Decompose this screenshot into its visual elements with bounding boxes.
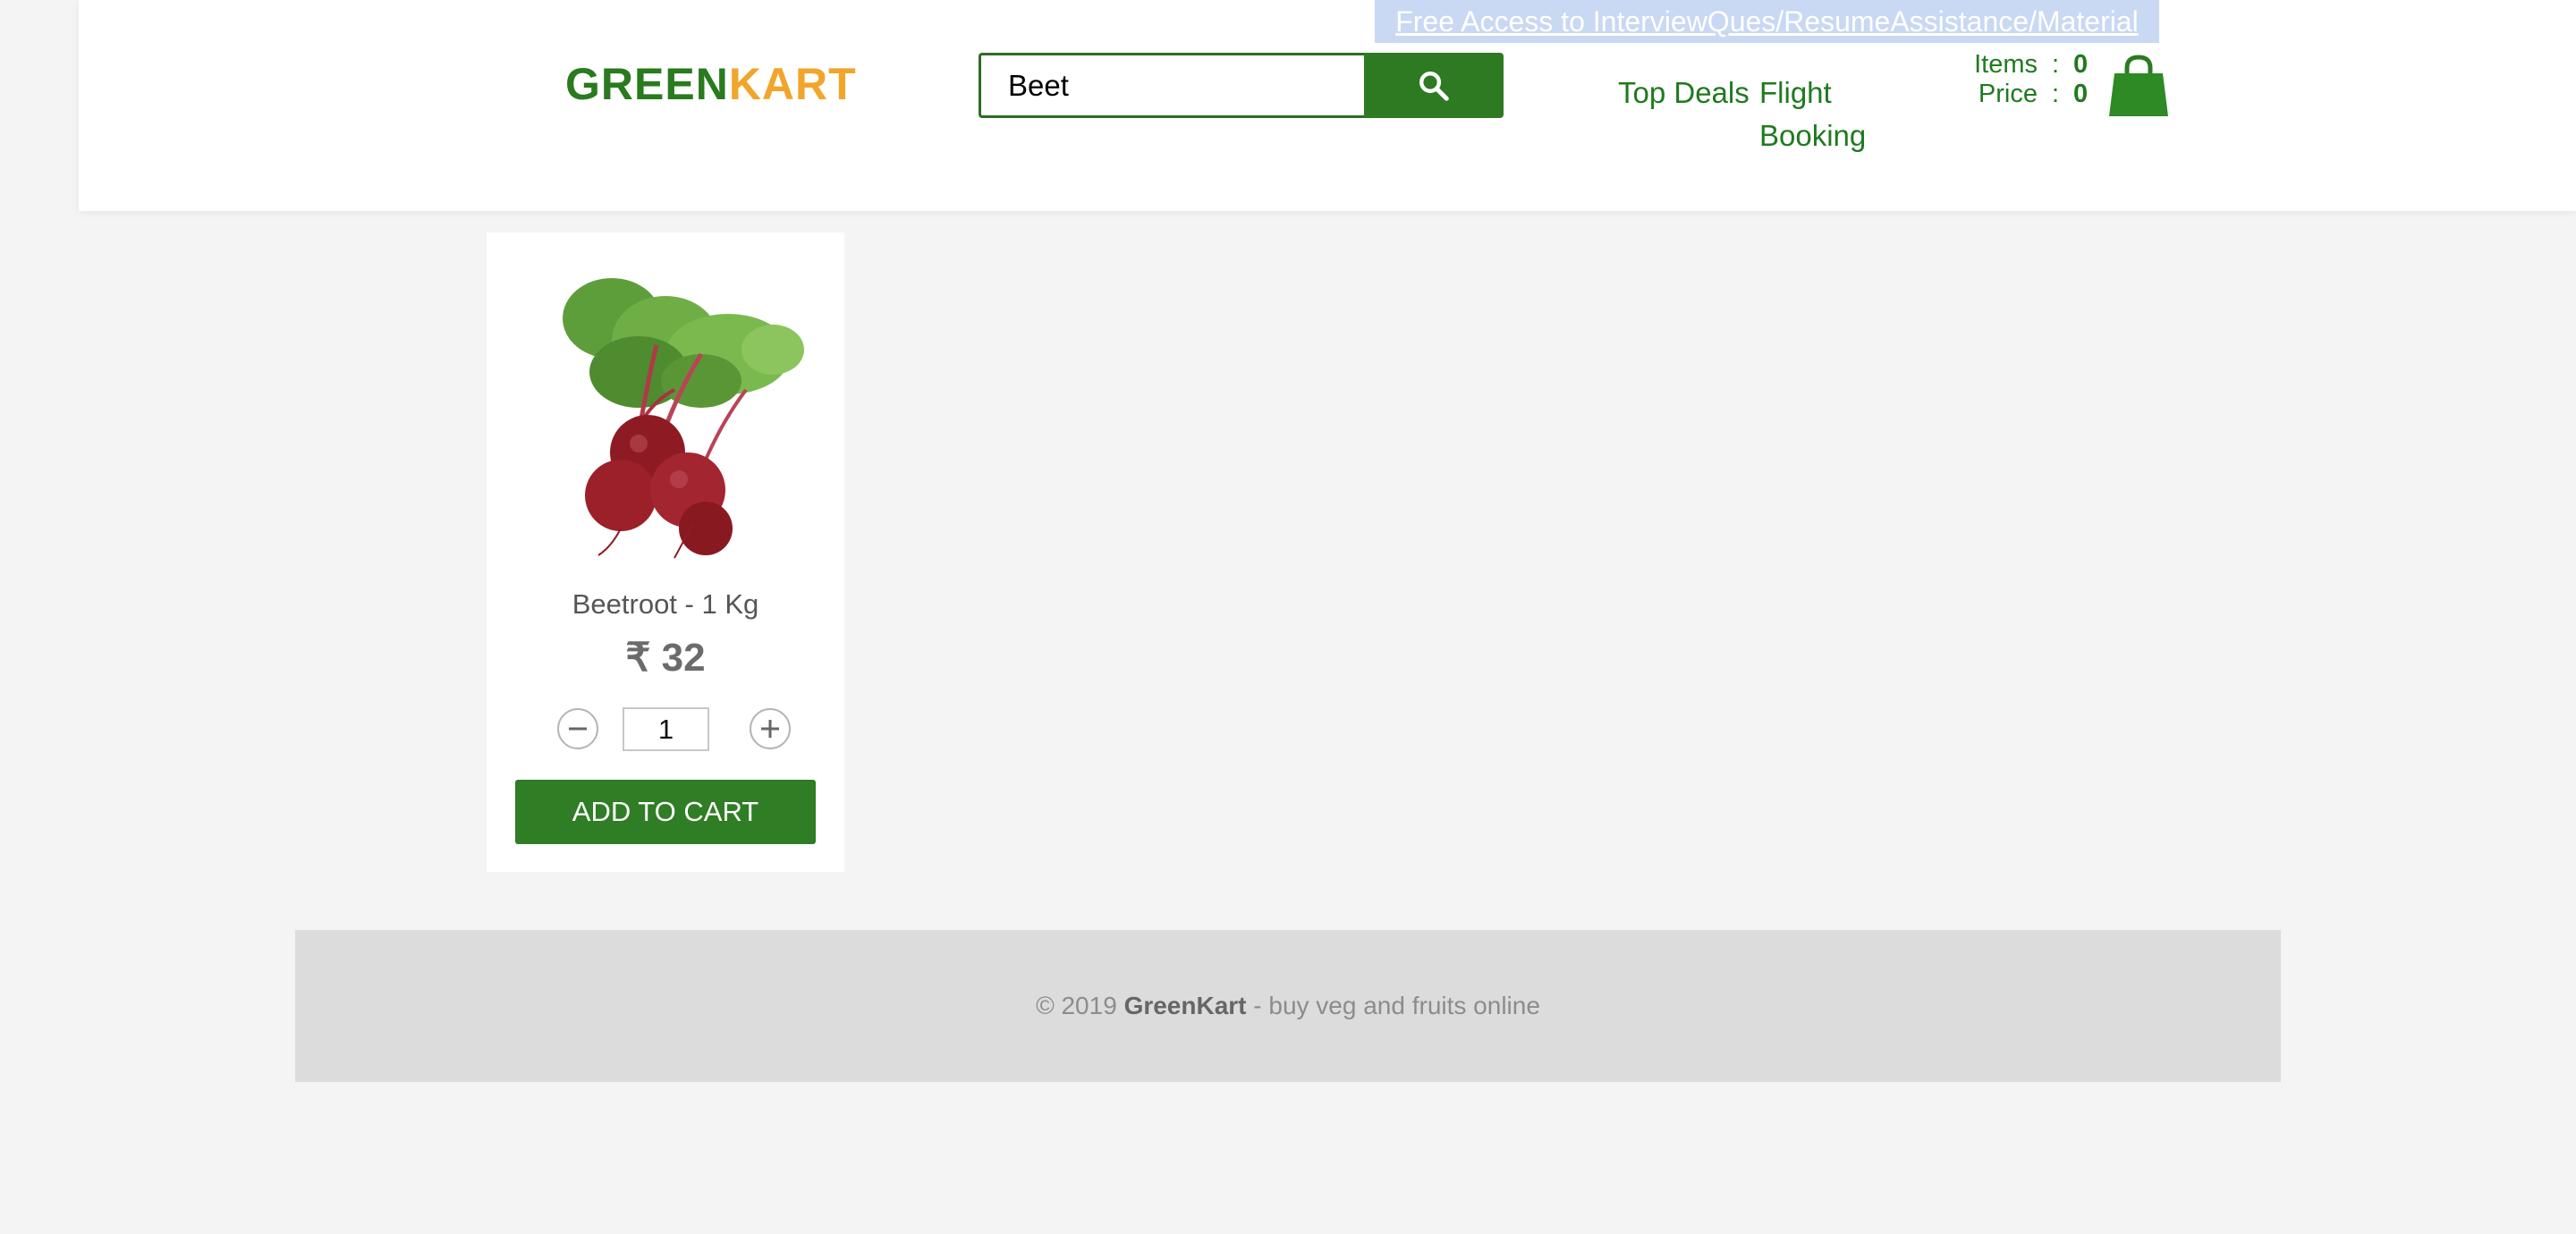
footer-brand: GreenKart <box>1123 992 1247 1019</box>
plus-icon <box>761 720 779 738</box>
product-card: Beetroot - 1 Kg ₹ 32 ADD TO CART <box>487 232 844 872</box>
cart-price-separator: : <box>2051 80 2060 108</box>
greenkart-logo: GREENKART <box>565 57 857 111</box>
decrement-button[interactable] <box>557 708 598 749</box>
shopping-bag-icon[interactable] <box>2107 52 2170 118</box>
logo-part-kart: KART <box>728 59 857 109</box>
product-price: ₹ 32 <box>625 636 706 680</box>
cart-items-separator: : <box>2051 50 2060 79</box>
add-to-cart-button[interactable]: ADD TO CART <box>515 780 816 844</box>
search-input[interactable] <box>979 53 1365 118</box>
logo-part-green: GREEN <box>565 59 729 109</box>
footer-tagline: - buy veg and fruits online <box>1253 992 1540 1019</box>
increment-button[interactable] <box>750 708 791 749</box>
nav-top-deals[interactable]: Top Deals <box>1618 72 1752 114</box>
promo-link[interactable]: Free Access to InterviewQues/ResumeAssis… <box>1375 0 2159 43</box>
nav-flight-booking[interactable]: Flight Booking <box>1759 72 1894 157</box>
cart-items-label: Items <box>1974 50 2038 79</box>
site-footer: © 2019 GreenKart - buy veg and fruits on… <box>295 930 2281 1082</box>
quantity-input[interactable] <box>623 707 709 751</box>
footer-copyright: © 2019 <box>1036 992 1117 1019</box>
cart-price-label: Price <box>1978 80 2038 108</box>
product-name: Beetroot - 1 Kg <box>572 588 759 620</box>
minus-icon <box>569 727 587 731</box>
cart-items-row: Items : 0 <box>1950 50 2088 80</box>
cart-price-total: 0 <box>2073 80 2089 108</box>
cart-summary: Items : 0 Price : 0 <box>1950 50 2088 109</box>
beetroot-image <box>563 278 804 559</box>
search-button[interactable] <box>1364 53 1504 118</box>
cart-price-row: Price : 0 <box>1950 80 2088 109</box>
search-icon <box>1419 71 1449 101</box>
cart-items-count: 0 <box>2073 50 2089 79</box>
